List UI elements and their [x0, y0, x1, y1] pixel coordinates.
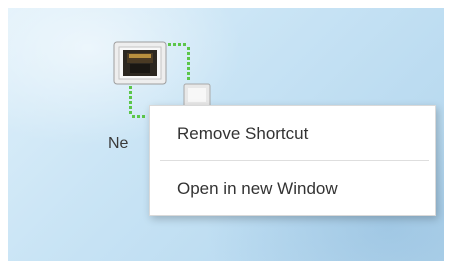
remove-shortcut-menu-item[interactable]: Remove Shortcut [150, 108, 435, 160]
open-in-new-window-menu-item[interactable]: Open in new Window [150, 163, 435, 215]
menu-divider [160, 160, 429, 161]
desktop-background[interactable]: Ne Remove Shortcut Open in new Window [8, 8, 444, 261]
context-menu: Remove Shortcut Open in new Window [149, 105, 436, 216]
window-frame: Ne Remove Shortcut Open in new Window [0, 0, 452, 269]
